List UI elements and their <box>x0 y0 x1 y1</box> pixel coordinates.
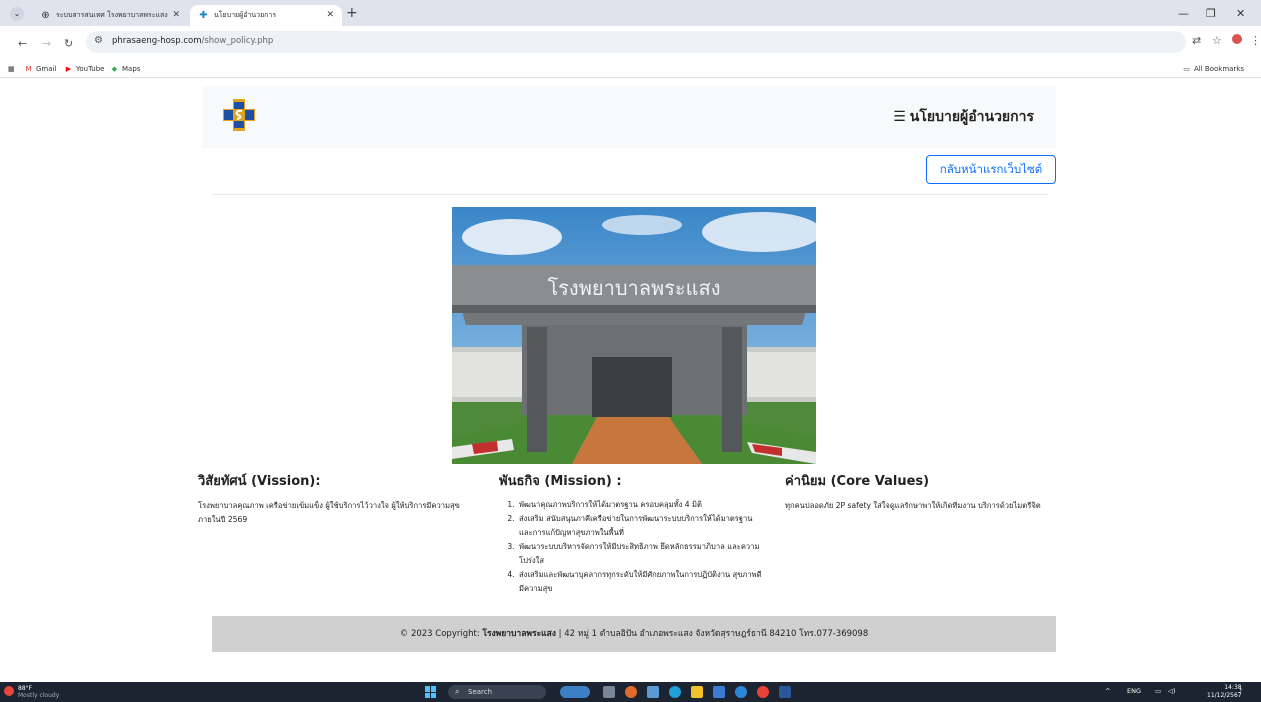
vision-section: วิสัยทัศน์ (Vission): โรงพยาบาลคุณภาพ เค… <box>198 470 484 527</box>
start-button[interactable] <box>425 686 437 698</box>
footer-hospital-link[interactable]: โรงพยาบาลพระแสง <box>482 629 556 639</box>
volume-icon[interactable]: ◁) <box>1168 687 1176 695</box>
forward-icon[interactable]: → <box>42 37 51 50</box>
hospital-favicon-icon: ✚ <box>199 10 208 21</box>
store-icon[interactable] <box>713 686 725 698</box>
page-title[interactable]: ☰ นโยบายผู้อำนวยการ <box>893 106 1034 128</box>
divider <box>212 194 1048 195</box>
word-icon[interactable] <box>779 686 791 698</box>
tab-active[interactable]: ✚ นโยบายผู้อำนวยการ ✕ <box>190 5 342 26</box>
list-item: พัฒนาคุณภาพบริการให้ได้มาตรฐาน ครอบคลุมท… <box>517 498 764 512</box>
windows-taskbar: 88°F Mostly cloudy ⌕ Search ^ ENG ▭ ◁) 14… <box>0 682 1261 702</box>
mission-list: พัฒนาคุณภาพบริการให้ได้มาตรฐาน ครอบคลุมท… <box>499 498 764 596</box>
app-icon[interactable] <box>735 686 747 698</box>
vision-heading: วิสัยทัศน์ (Vission): <box>198 474 321 489</box>
site-info-icon[interactable]: ⚙ <box>94 35 103 46</box>
footer: © 2023 Copyright: โรงพยาบาลพระแสง | 42 ห… <box>212 616 1056 652</box>
hospital-sign-text: โรงพยาบาลพระแสง <box>547 276 720 300</box>
menu-icon[interactable]: ⋮ <box>1250 34 1261 47</box>
hospital-entrance-photo: โรงพยาบาลพระแสง <box>452 207 816 464</box>
browser-toolbar: ← → ↻ ⚙ phrasaeng-hosp.com/show_policy.p… <box>0 26 1261 62</box>
translate-icon[interactable]: ⇄ <box>1192 34 1201 47</box>
mission-section: พันธกิจ (Mission) : พัฒนาคุณภาพบริการให้… <box>499 470 764 596</box>
all-bookmarks[interactable]: ▭ All Bookmarks <box>1182 65 1244 73</box>
core-values-text: ทุกคนปลอดภัย 2P safety ใส่ใจดูแลรักษาพาใ… <box>785 501 1041 510</box>
network-icon[interactable]: ▭ <box>1155 687 1161 695</box>
bookmark-gmail[interactable]: M Gmail <box>24 65 56 73</box>
tray-chevron-icon[interactable]: ^ <box>1105 687 1110 695</box>
new-tab-button[interactable]: + <box>346 5 358 21</box>
tab-title: นโยบายผู้อำนวยการ <box>214 11 277 19</box>
bookmark-maps[interactable]: ◆ Maps <box>110 65 141 73</box>
page-header: ☰ นโยบายผู้อำนวยการ <box>202 86 1056 148</box>
edge-icon[interactable] <box>669 686 681 698</box>
minimize-button[interactable]: — <box>1178 7 1189 20</box>
notification-bell-icon[interactable]: ♪ <box>1238 687 1242 695</box>
folder-icon: ▭ <box>1183 65 1190 73</box>
bookmark-youtube[interactable]: ▶ YouTube <box>64 65 105 73</box>
back-icon[interactable]: ← <box>18 37 27 50</box>
browser-tab-strip: ⌄ ⊕ ระบบสารสนเทศ โรงพยาบาลพระแสง ✕ ✚ นโย… <box>0 0 1261 26</box>
close-window-button[interactable]: ✕ <box>1236 7 1245 20</box>
widgets-icon[interactable] <box>560 686 590 698</box>
app-icon[interactable] <box>625 686 637 698</box>
reload-icon[interactable]: ↻ <box>64 37 73 50</box>
globe-icon: ⊕ <box>41 10 50 21</box>
profile-avatar[interactable] <box>1232 34 1242 47</box>
list-item: ส่งเสริมและพัฒนาบุคลากรทุกระดับให้มีศักย… <box>517 568 764 596</box>
taskbar-search[interactable]: ⌕ Search <box>448 685 546 699</box>
address-bar[interactable]: ⚙ phrasaeng-hosp.com/show_policy.php <box>86 31 1186 53</box>
list-item: ส่งเสริม สนับสนุนภาคีเครือข่ายในการพัฒนา… <box>517 512 764 540</box>
chrome-icon[interactable] <box>757 686 769 698</box>
hospital-logo[interactable] <box>220 99 258 131</box>
maps-icon: ◆ <box>111 65 118 73</box>
youtube-icon: ▶ <box>65 65 72 73</box>
restore-button[interactable]: ❐ <box>1206 7 1216 20</box>
search-icon: ⌕ <box>455 687 460 696</box>
weather-icon <box>4 686 14 696</box>
bookmark-star-icon[interactable]: ☆ <box>1212 34 1222 47</box>
list-icon: ☰ <box>893 109 906 125</box>
weather-widget[interactable]: 88°F Mostly cloudy <box>4 685 59 699</box>
task-view-icon[interactable] <box>603 686 615 698</box>
core-values-section: ค่านิยม (Core Values) ทุกคนปลอดภัย 2P sa… <box>785 470 1050 513</box>
language-indicator[interactable]: ENG <box>1127 687 1141 695</box>
bookmarks-bar: ▦ M Gmail ▶ YouTube ◆ Maps ▭ All Bookmarks <box>0 62 1261 78</box>
file-explorer-icon[interactable] <box>691 686 703 698</box>
list-item: พัฒนาระบบบริหารจัดการให้มีประสิทธิภาพ ยึ… <box>517 540 764 568</box>
app-icon[interactable] <box>647 686 659 698</box>
back-to-home-button[interactable]: กลับหน้าแรกเว็บไซต์ <box>926 155 1056 184</box>
tab-inactive[interactable]: ⊕ ระบบสารสนเทศ โรงพยาบาลพระแสง ✕ <box>32 5 188 26</box>
tab-title: ระบบสารสนเทศ โรงพยาบาลพระแสง <box>56 11 168 19</box>
close-tab-icon[interactable]: ✕ <box>172 5 180 26</box>
tab-search-button[interactable]: ⌄ <box>10 7 24 21</box>
gmail-icon: M <box>25 65 32 73</box>
mission-heading: พันธกิจ (Mission) : <box>499 474 622 489</box>
url-text: phrasaeng-hosp.com/show_policy.php <box>112 36 274 46</box>
apps-icon[interactable]: ▦ <box>8 65 15 73</box>
core-values-heading: ค่านิยม (Core Values) <box>785 474 930 489</box>
taskbar-clock[interactable]: 14:38 11/12/2567 <box>1207 684 1242 700</box>
page-content: ☰ นโยบายผู้อำนวยการ กลับหน้าแรกเว็บไซต์ โ… <box>0 78 1261 674</box>
close-tab-icon[interactable]: ✕ <box>326 5 334 26</box>
vision-text: โรงพยาบาลคุณภาพ เครือข่ายเข้มแข็ง ผู้ใช้… <box>198 501 460 524</box>
